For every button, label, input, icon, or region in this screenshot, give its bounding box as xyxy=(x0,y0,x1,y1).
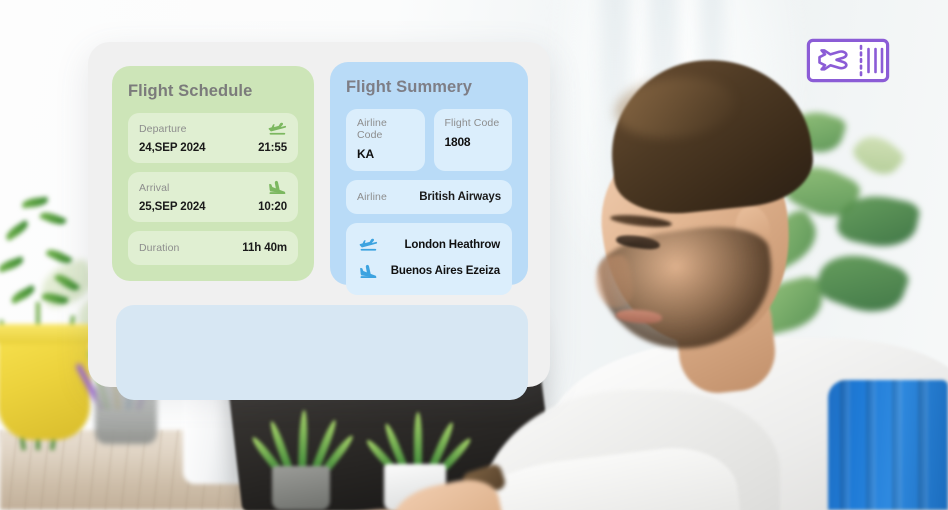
airline-value: British Airways xyxy=(419,191,501,203)
arrival-time: 10:20 xyxy=(258,201,287,213)
arrival-label: Arrival xyxy=(139,181,170,194)
airline-code-cell: Airline Code KA xyxy=(346,109,425,171)
flight-schedule-title: Flight Schedule xyxy=(128,82,253,100)
code-grid: Airline Code KA Flight Code 1808 xyxy=(346,109,512,171)
departure-time: 21:55 xyxy=(258,142,287,154)
airline-code-value: KA xyxy=(357,147,374,161)
duration-row: Duration 11h 40m xyxy=(128,231,298,265)
departure-label: Departure xyxy=(139,122,187,135)
plane-landing-icon xyxy=(358,264,378,279)
desk-plant-left xyxy=(249,409,356,510)
flight-code-cell: Flight Code 1808 xyxy=(433,109,512,171)
destination-line: Buenos Aires Ezeiza xyxy=(358,258,500,284)
origin-line: London Heathrow xyxy=(358,232,500,258)
screenshot-root: Flight Schedule Departure 24,SEP 2024 21… xyxy=(0,0,948,510)
duration-value: 11h 40m xyxy=(242,242,287,254)
secondary-blue-card xyxy=(116,305,528,400)
plane-takeoff-icon xyxy=(358,238,378,252)
arrival-date: 25,SEP 2024 xyxy=(139,201,206,213)
departure-date: 24,SEP 2024 xyxy=(139,142,206,154)
flight-schedule-card: Flight Schedule Departure 24,SEP 2024 21… xyxy=(112,66,314,281)
airline-row: Airline British Airways xyxy=(346,180,512,214)
arrival-row: Arrival 25,SEP 2024 10:20 xyxy=(128,172,298,222)
airline-label: Airline xyxy=(357,191,387,203)
flight-code-value: 1808 xyxy=(444,135,471,149)
airports-block: London Heathrow Buenos Aires Ezeiza xyxy=(346,223,512,295)
plane-takeoff-icon xyxy=(267,122,287,136)
origin-airport: London Heathrow xyxy=(404,239,501,251)
plane-landing-icon xyxy=(267,180,287,195)
departure-row: Departure 24,SEP 2024 21:55 xyxy=(128,113,298,163)
flight-code-label: Flight Code xyxy=(444,117,500,129)
duration-label: Duration xyxy=(139,242,180,254)
flight-ticket-icon[interactable] xyxy=(806,38,890,83)
destination-airport: Buenos Aires Ezeiza xyxy=(390,265,500,277)
flight-summary-card: Flight Summery Airline Code KA Flight Co… xyxy=(330,62,528,295)
airline-code-label: Airline Code xyxy=(357,117,387,141)
flight-summary-title: Flight Summery xyxy=(346,78,473,96)
blue-chair xyxy=(828,380,948,510)
